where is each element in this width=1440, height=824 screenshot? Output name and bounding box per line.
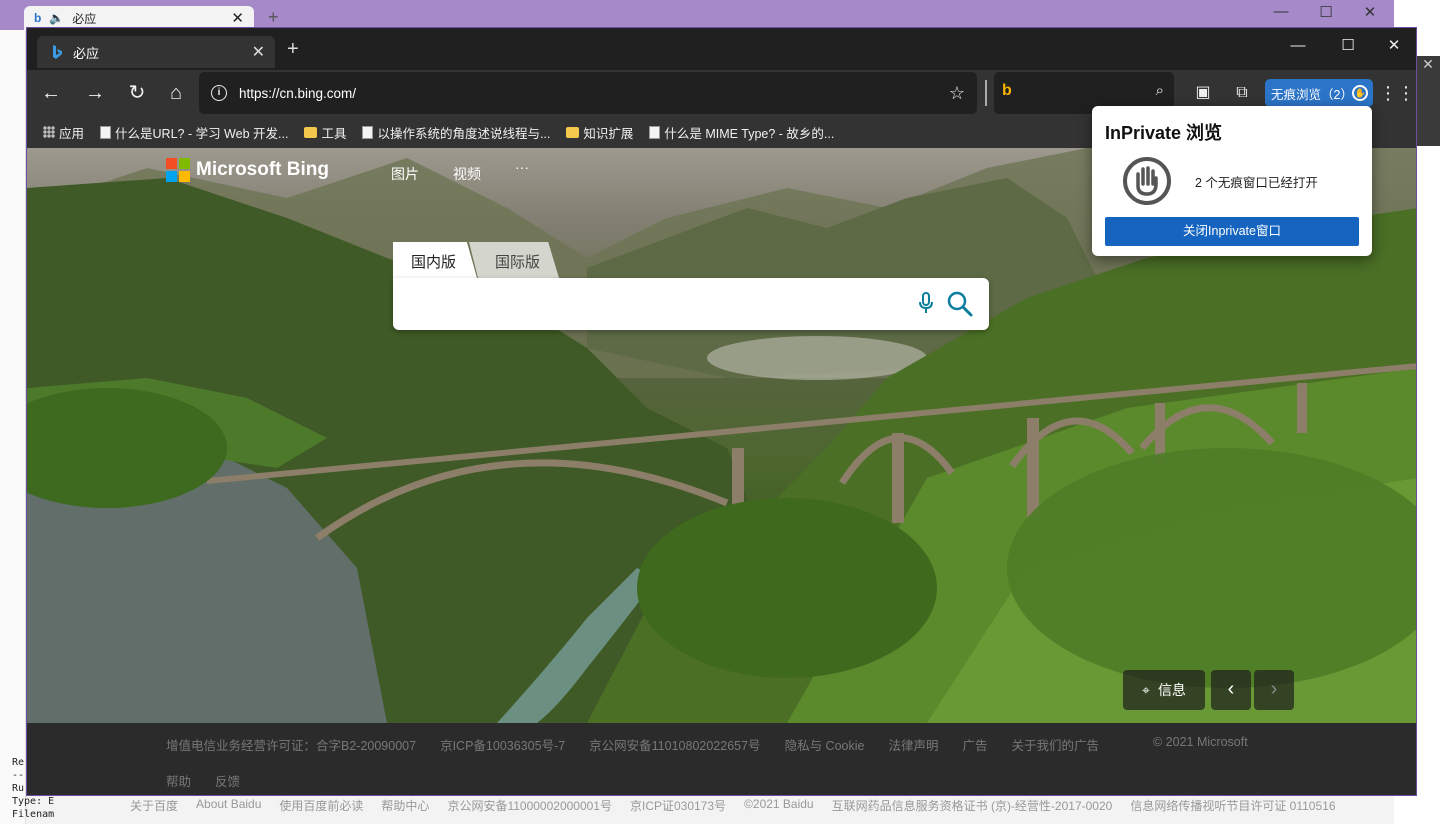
maximize-icon[interactable]: ☐: [1315, 3, 1337, 23]
baidu-footer-link[interactable]: 使用百度前必读: [279, 797, 363, 814]
popup-message: 2 个无痕窗口已经打开: [1195, 176, 1318, 190]
bing-logo-icon: b: [1002, 82, 1012, 99]
refresh-icon[interactable]: ↻: [121, 78, 153, 108]
nav-images[interactable]: 图片: [391, 164, 419, 184]
nav-more[interactable]: ···: [515, 159, 529, 175]
minimize-icon[interactable]: —: [1270, 3, 1292, 23]
footer-links-secondary: 帮助 反馈: [166, 771, 240, 790]
search-region-tabs: 国内版 国际版: [393, 242, 559, 278]
footer-link-feedback[interactable]: 反馈: [215, 771, 240, 790]
folder-icon: [304, 126, 318, 138]
bookmark-folder[interactable]: 知识扩展: [560, 123, 639, 142]
apps-icon: [43, 126, 55, 138]
bookmark-item[interactable]: 以操作系统的角度述说线程与...: [356, 123, 556, 142]
background-right-strip: ✕: [1416, 56, 1440, 146]
bookmark-folder[interactable]: 工具: [298, 123, 352, 142]
folder-icon: [566, 126, 580, 138]
next-image-button[interactable]: ›: [1254, 670, 1294, 710]
site-info-icon[interactable]: i: [211, 85, 227, 101]
inprivate-popup: InPrivate 浏览 2 个无痕窗口已经打开 关闭Inprivate窗口: [1092, 106, 1372, 256]
close-inprivate-button[interactable]: 关闭Inprivate窗口: [1105, 217, 1359, 246]
speaker-icon: 🔈: [49, 11, 65, 25]
inprivate-hand-icon: ✋: [1352, 85, 1368, 101]
close-icon[interactable]: ✕: [231, 9, 244, 27]
page-footer: 增值电信业务经营许可证：合字B2-20090007 京ICP备10036305号…: [27, 723, 1416, 795]
info-label: 信息: [1157, 682, 1186, 698]
footer-link[interactable]: 京公网安备11010802022657号: [589, 735, 760, 754]
baidu-footer-link[interactable]: 京ICP证030173号: [630, 797, 726, 814]
address-bar[interactable]: i https://cn.bing.com/ ☆: [199, 72, 977, 114]
footer-link[interactable]: 京ICP备10036305号-7: [440, 735, 565, 754]
background-tab-title: 必应: [72, 11, 97, 26]
bookmark-label: 什么是 MIME Type? - 故乡的...: [664, 126, 835, 141]
bookmark-item[interactable]: 什么是 MIME Type? - 故乡的...: [643, 123, 840, 142]
home-icon[interactable]: ⌂: [160, 78, 192, 108]
close-tab-icon[interactable]: ✕: [252, 42, 265, 62]
maximize-icon[interactable]: ☐: [1335, 34, 1361, 58]
bing-favicon-icon: [53, 45, 62, 59]
minimize-icon[interactable]: —: [1285, 34, 1311, 58]
titlebar: 必应 ✕ + — ☐ ✕: [27, 28, 1416, 70]
footer-link[interactable]: 关于我们的广告: [1011, 735, 1099, 754]
baidu-footer-link[interactable]: About Baidu: [196, 797, 261, 814]
tab-domestic[interactable]: 国内版: [393, 242, 477, 278]
baidu-footer-link[interactable]: 信息网络传播视听节目许可证 0110516: [1130, 797, 1335, 814]
forward-arrow-icon[interactable]: →: [79, 78, 111, 108]
logo-text: Microsoft Bing: [196, 159, 329, 180]
page-icon: [649, 125, 661, 139]
footer-links: 增值电信业务经营许可证：合字B2-20090007 京ICP备10036305号…: [166, 735, 1248, 754]
inprivate-button[interactable]: 无痕浏览（2） ✋: [1265, 79, 1373, 107]
collections-icon[interactable]: ▣: [1187, 78, 1219, 108]
tab-international[interactable]: 国际版: [469, 242, 559, 278]
bookmark-label: 应用: [59, 126, 85, 141]
bookmark-label: 什么是URL? - 学习 Web 开发...: [115, 126, 289, 141]
bookmark-label: 工具: [321, 126, 347, 141]
bookmark-label: 知识扩展: [583, 126, 634, 141]
page-icon: [100, 125, 112, 139]
background-left-strip: [0, 30, 26, 824]
bookmark-label: 以操作系统的角度述说线程与...: [377, 126, 551, 141]
image-info-button[interactable]: ⌖ 信息: [1123, 670, 1205, 710]
new-tab-icon[interactable]: +: [287, 38, 299, 61]
favorite-star-icon[interactable]: ☆: [949, 83, 965, 104]
microphone-icon[interactable]: [919, 292, 933, 314]
toolbar-divider: [985, 80, 987, 106]
inprivate-label: 无痕浏览（2）: [1271, 87, 1353, 102]
popup-title: InPrivate 浏览: [1105, 123, 1223, 143]
close-window-icon[interactable]: ✕: [1381, 34, 1407, 58]
baidu-footer-link[interactable]: 关于百度: [130, 797, 178, 814]
close-icon[interactable]: ✕: [1359, 3, 1381, 23]
bing-favicon-icon: b: [34, 11, 42, 25]
new-tab-icon[interactable]: +: [268, 7, 279, 28]
microsoft-bing-logo[interactable]: Microsoft Bing: [166, 158, 329, 182]
footer-link-help[interactable]: 帮助: [166, 771, 191, 790]
address-url: https://cn.bing.com/: [239, 85, 357, 101]
location-pin-icon: ⌖: [1142, 681, 1150, 698]
tab-title: 必应: [73, 45, 100, 61]
bookmark-apps[interactable]: 应用: [37, 123, 90, 142]
footer-copyright: © 2021 Microsoft: [1153, 735, 1248, 749]
footer-link[interactable]: 增值电信业务经营许可证：合字B2-20090007: [166, 735, 416, 754]
bookmark-item[interactable]: 什么是URL? - 学习 Web 开发...: [94, 123, 294, 142]
footer-link[interactable]: 隐私与 Cookie: [785, 735, 865, 754]
footer-link[interactable]: 广告: [962, 735, 987, 754]
back-arrow-icon[interactable]: ←: [35, 78, 67, 108]
nav-videos[interactable]: 视频: [453, 164, 481, 184]
baidu-footer-link[interactable]: 帮助中心: [381, 797, 429, 814]
page-icon: [362, 125, 374, 139]
search-input[interactable]: [393, 278, 989, 330]
footer-link[interactable]: 法律声明: [888, 735, 938, 754]
search-icon[interactable]: ⌕: [1156, 82, 1164, 99]
screenshot-icon[interactable]: ⧉: [1226, 78, 1258, 108]
baidu-footer-text: ©2021 Baidu: [744, 797, 814, 811]
baidu-footer-link[interactable]: 互联网药品信息服务资格证书 (京)-经营性-2017-0020: [832, 797, 1113, 814]
apps-grid-icon[interactable]: ⋮⋮: [1379, 78, 1415, 108]
baidu-footer-link[interactable]: 京公网安备11000002000001号: [447, 797, 612, 814]
search-icon[interactable]: [947, 291, 973, 317]
inprivate-hand-icon: [1123, 157, 1171, 205]
microsoft-logo-icon: [166, 158, 190, 182]
active-tab[interactable]: 必应 ✕: [37, 36, 275, 68]
baidu-footer: 关于百度 About Baidu 使用百度前必读 帮助中心 京公网安备11000…: [130, 797, 1336, 814]
previous-image-button[interactable]: ‹: [1211, 670, 1251, 710]
